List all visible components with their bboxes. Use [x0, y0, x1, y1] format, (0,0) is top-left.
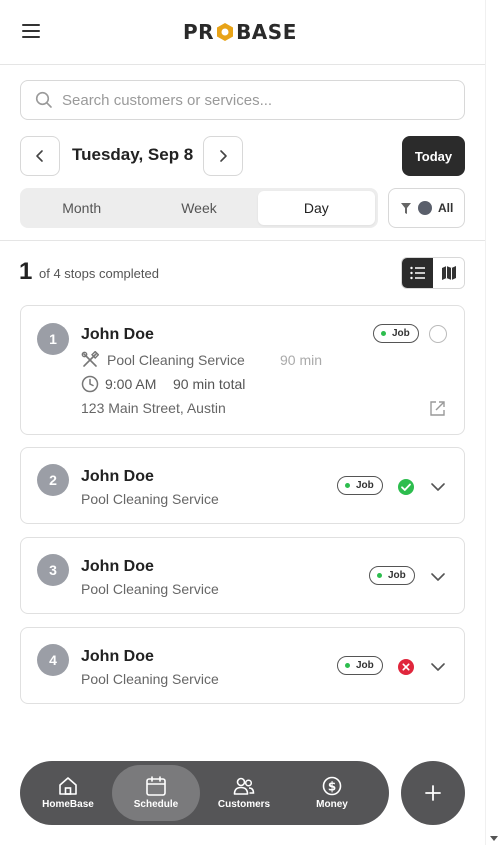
list-icon — [409, 266, 425, 280]
nav-label-homebase: HomeBase — [42, 799, 94, 810]
stop-number-badge: 4 — [37, 644, 69, 676]
search-icon — [35, 91, 52, 108]
stop-card-3[interactable]: 3 John Doe Pool Cleaning Service Job — [20, 537, 465, 614]
job-status-dot — [345, 483, 350, 488]
layout-toggle — [401, 257, 465, 289]
vertical-scrollbar[interactable] — [485, 0, 500, 845]
chevron-down-icon[interactable] — [431, 482, 445, 492]
stop-card-2[interactable]: 2 John Doe Pool Cleaning Service Job — [20, 447, 465, 524]
map-icon — [441, 266, 456, 280]
job-badge: Job — [369, 566, 415, 585]
tools-icon — [81, 351, 99, 367]
service-name: Pool Cleaning Service — [107, 352, 245, 368]
nav-item-customers[interactable]: Customers — [200, 765, 288, 821]
add-button[interactable] — [401, 761, 465, 825]
job-status-dot — [381, 331, 386, 336]
customer-name: John Doe — [81, 326, 154, 343]
nav-item-schedule[interactable]: Schedule — [112, 765, 200, 821]
nav-label-money: Money — [316, 799, 348, 810]
job-badge-label: Job — [356, 660, 374, 671]
list-view-button[interactable] — [402, 258, 433, 288]
external-link-icon[interactable] — [429, 400, 446, 417]
tab-month[interactable]: Month — [23, 191, 140, 225]
probase-logo: PR BASE — [183, 18, 297, 46]
nav-item-homebase[interactable]: HomeBase — [24, 765, 112, 821]
nav-label-schedule: Schedule — [133, 799, 179, 810]
filter-icon — [401, 202, 411, 214]
stop-number-badge: 2 — [37, 464, 69, 496]
logo-text-right: BASE — [236, 20, 297, 44]
completed-text: of 4 stops completed — [39, 266, 159, 281]
mark-complete-checkbox[interactable] — [429, 325, 447, 343]
next-day-button[interactable] — [203, 136, 243, 176]
logo-text-left: PR — [183, 20, 215, 44]
customer-name: John Doe — [81, 558, 154, 575]
stop-card-1[interactable]: 1 John Doe Pool Cleaning Service 90 min … — [20, 305, 465, 435]
completed-count: 1 — [19, 258, 33, 285]
tab-week[interactable]: Week — [140, 191, 257, 225]
clock-icon — [81, 375, 99, 393]
chevron-down-icon[interactable] — [431, 662, 445, 672]
hamburger-menu-icon[interactable] — [22, 24, 42, 40]
completed-check-icon — [398, 479, 414, 495]
filter-label: All — [438, 201, 454, 215]
map-view-button[interactable] — [433, 258, 464, 288]
filter-color-dot — [418, 201, 432, 215]
section-divider — [0, 240, 485, 241]
stop-address: 123 Main Street, Austin — [81, 400, 226, 416]
previous-day-button[interactable] — [20, 136, 60, 176]
chevron-right-icon — [220, 150, 227, 162]
job-badge-label: Job — [356, 480, 374, 491]
stop-number-badge: 3 — [37, 554, 69, 586]
job-status-dot — [377, 573, 382, 578]
svg-text:$: $ — [328, 780, 336, 794]
plus-icon — [425, 785, 441, 801]
view-toggle: Month Week Day — [20, 188, 378, 228]
service-name: Pool Cleaning Service — [81, 491, 219, 507]
chevron-left-icon — [36, 150, 43, 162]
customer-name: John Doe — [81, 648, 154, 665]
search-input[interactable] — [62, 91, 442, 109]
current-date-label: Tuesday, Sep 8 — [72, 145, 194, 164]
job-status-dot — [345, 663, 350, 668]
job-badge: Job — [337, 476, 383, 495]
job-badge-label: Job — [392, 328, 410, 339]
stop-total-duration: 90 min total — [173, 376, 246, 392]
users-icon — [233, 777, 255, 795]
top-header: PR BASE — [0, 0, 485, 65]
app: PR BASE Tuesday, Sep 8 Today Month Week … — [0, 0, 485, 845]
job-badge: Job — [337, 656, 383, 675]
service-name: Pool Cleaning Service — [81, 671, 219, 687]
search-bar — [20, 80, 465, 120]
home-icon — [59, 777, 77, 795]
dollar-icon: $ — [322, 776, 342, 796]
stop-time: 9:00 AM — [105, 376, 157, 392]
stop-card-4[interactable]: 4 John Doe Pool Cleaning Service Job — [20, 627, 465, 704]
job-badge-label: Job — [388, 570, 406, 581]
job-badge: Job — [373, 324, 419, 343]
service-duration: 90 min — [280, 352, 323, 368]
scroll-down-arrow-icon[interactable] — [490, 836, 498, 841]
calendar-icon — [146, 776, 166, 796]
stop-number-badge: 1 — [37, 323, 69, 355]
nav-item-money[interactable]: $ Money — [288, 765, 376, 821]
nav-label-customers: Customers — [217, 799, 271, 810]
bottom-navigation: HomeBase Schedule Customers $ Money — [20, 761, 389, 825]
cancelled-x-icon — [398, 659, 414, 675]
today-button[interactable]: Today — [402, 136, 465, 176]
customer-name: John Doe — [81, 468, 154, 485]
filter-button[interactable]: All — [388, 188, 465, 228]
chevron-down-icon[interactable] — [431, 572, 445, 582]
logo-hexagon-icon — [217, 23, 234, 41]
service-name: Pool Cleaning Service — [81, 581, 219, 597]
tab-day[interactable]: Day — [257, 191, 375, 225]
